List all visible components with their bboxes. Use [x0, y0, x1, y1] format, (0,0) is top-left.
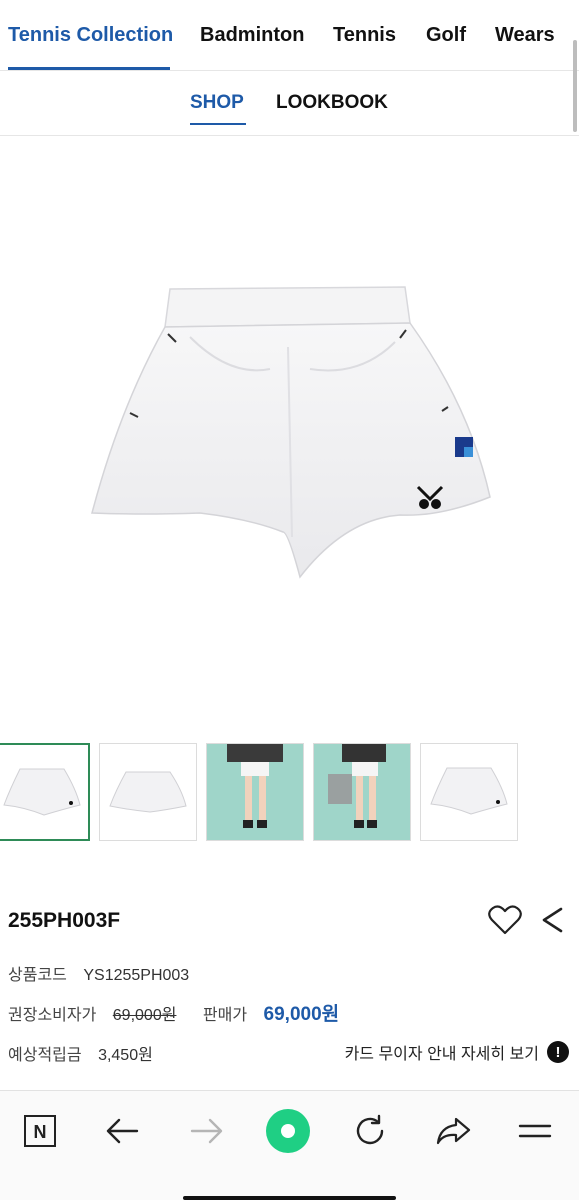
points-label: 예상적립금 — [8, 1047, 82, 1064]
tab-shop[interactable]: SHOP — [190, 92, 244, 114]
share-icon — [542, 907, 563, 933]
tab-tennis-collection[interactable]: Tennis Collection — [8, 24, 173, 47]
points-row: 예상적립금 3,450원 — [8, 1041, 153, 1065]
share-button[interactable] — [540, 906, 564, 939]
tab-lookbook[interactable]: LOOKBOOK — [276, 92, 388, 114]
price-row: 권장소비자가 69,000원 판매가 69,000원 — [8, 999, 339, 1026]
active-tab-underline — [8, 67, 170, 70]
reload-icon — [356, 1114, 384, 1145]
card-info-text: 카드 무이자 안내 자세히 보기 — [344, 1046, 539, 1063]
thumbnail-2[interactable] — [99, 743, 197, 841]
tab-golf[interactable]: Golf — [426, 24, 466, 47]
model-with-bag-thumbnail — [328, 744, 386, 828]
thumbnail-4[interactable] — [313, 743, 411, 841]
white-shorts-illustration — [91, 286, 491, 579]
shorts-thumbnail — [3, 768, 81, 816]
tab-tennis[interactable]: Tennis — [333, 24, 396, 47]
tab-badminton[interactable]: Badminton — [200, 24, 304, 47]
browser-toolbar: N — [0, 1090, 579, 1200]
category-tab-bar: Tennis Collection Badminton Tennis Golf … — [0, 0, 579, 71]
green-dot-button[interactable] — [264, 1107, 312, 1155]
points-value: 3,450원 — [98, 1047, 153, 1064]
card-installment-info-link[interactable]: 카드 무이자 안내 자세히 보기 ! — [345, 1040, 569, 1064]
info-icon: ! — [547, 1041, 569, 1063]
back-arrow-icon — [106, 1118, 139, 1144]
naver-home-button[interactable]: N — [16, 1107, 64, 1155]
product-code-value: YS1255PH003 — [83, 967, 190, 984]
back-button[interactable] — [99, 1107, 147, 1155]
forward-arrow-icon — [190, 1118, 223, 1144]
sale-price: 69,000원 — [263, 1004, 340, 1025]
msrp-value: 69,000원 — [112, 1007, 177, 1024]
share-page-button[interactable] — [429, 1107, 477, 1155]
reload-button[interactable] — [346, 1107, 394, 1155]
menu-button[interactable] — [511, 1107, 559, 1155]
home-indicator[interactable] — [183, 1196, 396, 1200]
active-subtab-underline — [190, 123, 246, 125]
share-arrow-icon — [436, 1117, 471, 1145]
thumbnail-strip — [0, 743, 579, 843]
product-code-label: 상품코드 — [8, 967, 67, 984]
heart-outline-icon — [488, 905, 522, 935]
green-dot-icon — [266, 1109, 310, 1153]
shorts-alt-thumbnail — [430, 767, 508, 815]
thumbnail-3[interactable] — [206, 743, 304, 841]
sale-label: 판매가 — [202, 1007, 248, 1024]
sub-tab-bar: SHOP LOOKBOOK — [0, 71, 579, 136]
shorts-back-thumbnail — [109, 771, 187, 813]
model-front-thumbnail — [227, 744, 283, 828]
thumbnail-1[interactable] — [0, 743, 90, 841]
thumbnail-5[interactable] — [420, 743, 518, 841]
product-name: 255PH003F — [8, 909, 121, 932]
naver-n-label: N — [34, 1122, 47, 1142]
wishlist-button[interactable] — [488, 905, 522, 940]
tab-wears[interactable]: Wears — [495, 24, 555, 47]
main-product-image[interactable] — [0, 137, 579, 727]
naver-n-icon: N — [24, 1115, 56, 1147]
product-code-row: 상품코드 YS1255PH003 — [8, 961, 189, 985]
page-scrollbar[interactable] — [573, 40, 577, 132]
menu-icon — [518, 1124, 552, 1138]
forward-button[interactable] — [182, 1107, 230, 1155]
msrp-label: 권장소비자가 — [8, 1007, 97, 1024]
